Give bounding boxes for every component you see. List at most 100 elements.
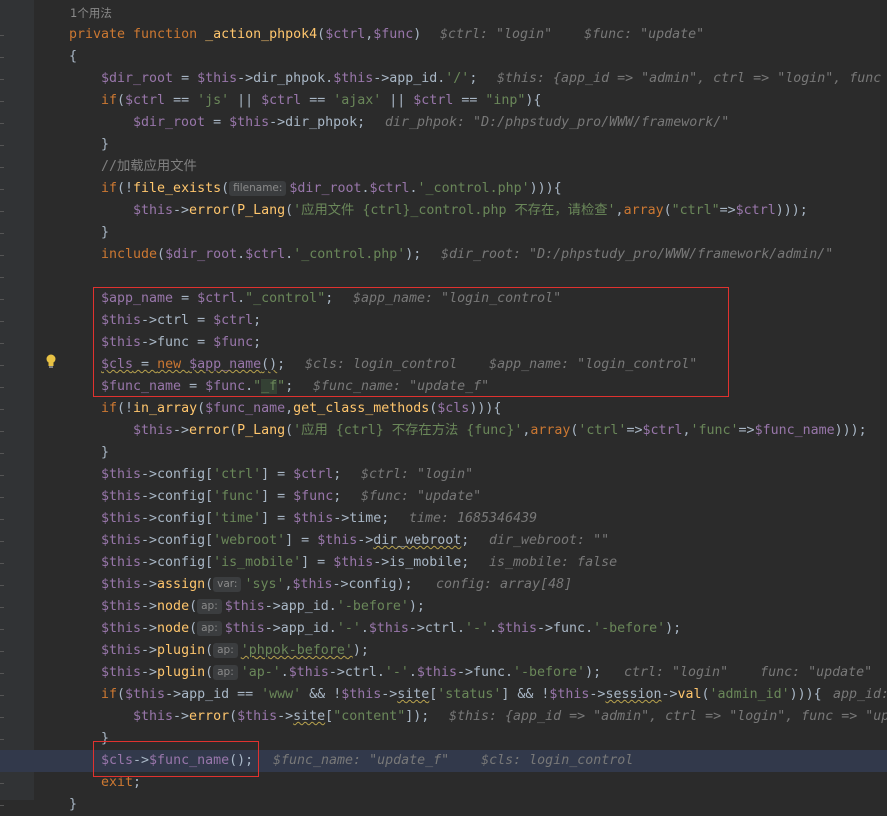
code-line[interactable]: $this->error(P_Lang('应用文件 {ctrl}_control…	[0, 200, 887, 222]
code-token: ))){	[789, 687, 822, 702]
code-line[interactable]: $this->config['func'] = $func; $func: "up…	[0, 486, 887, 508]
code-token: private function	[69, 27, 206, 42]
code-token: '-'	[336, 621, 361, 636]
code-text: $this->config['func'] = $func;	[101, 486, 341, 508]
code-line[interactable]: if(!in_array($func_name,get_class_method…	[0, 398, 887, 420]
code-token: ;	[333, 467, 342, 482]
code-token: '/'	[445, 71, 470, 86]
code-token: ->	[173, 423, 190, 438]
lightbulb-icon[interactable]	[45, 354, 57, 368]
code-token: ->func.	[456, 665, 513, 680]
code-token: ->func.	[537, 621, 594, 636]
code-text: $dir_root = $this->dir_phpok.$this->app_…	[101, 68, 477, 90]
code-line[interactable]: $dir_root = $this->dir_phpok; dir_phpok: …	[0, 112, 887, 134]
code-line[interactable]: private function _action_phpok4($ctrl,$f…	[0, 24, 887, 46]
code-token: )	[413, 27, 422, 42]
code-token: ==	[165, 93, 198, 108]
code-token: );	[665, 621, 682, 636]
code-line[interactable]: include($dir_root.$ctrl.'_control.php');…	[0, 244, 887, 266]
usages-hint[interactable]: 1个用法	[70, 5, 112, 21]
code-text: }	[101, 442, 109, 464]
code-token: 'time'	[213, 511, 262, 526]
code-token: $this	[133, 423, 174, 438]
code-token: ->config);	[332, 577, 413, 592]
code-token: (	[221, 181, 230, 196]
code-token: '-before'	[513, 665, 586, 680]
code-token: P_Lang	[237, 423, 286, 438]
code-token: '-before'	[336, 599, 409, 614]
code-token: $this	[237, 709, 278, 724]
code-line[interactable]: $this->node(ap: $this->app_id.'-before');	[0, 596, 887, 618]
code-token: .	[237, 247, 246, 262]
debug-inline-value: dir_phpok: "D:/phpstudy_pro/WWW/framewor…	[385, 115, 730, 130]
code-line[interactable]: {	[0, 46, 887, 68]
code-token: include	[101, 247, 158, 262]
code-token: exit	[101, 775, 134, 790]
code-line[interactable]: }	[0, 134, 887, 156]
code-line[interactable]: $this->plugin(ap:'phpok-before');	[0, 640, 887, 662]
code-token: ;	[469, 71, 478, 86]
code-token: ==	[301, 93, 334, 108]
code-token: (	[205, 643, 214, 658]
code-text: include($dir_root.$ctrl.'_control.php');	[101, 244, 421, 266]
code-line[interactable]: $dir_root = $this->dir_phpok.$this->app_…	[0, 68, 887, 90]
code-token: (	[197, 401, 206, 416]
debug-inline-value: ctrl: "login" func: "update"	[624, 665, 873, 680]
code-token: $this	[288, 665, 329, 680]
code-text: $this->error(P_Lang('应用文件 {ctrl}_control…	[133, 200, 808, 222]
code-token: 'ap-'	[240, 665, 281, 680]
code-text: }	[101, 134, 109, 156]
code-line[interactable]: $this->config['ctrl'] = $ctrl; $ctrl: "lo…	[0, 464, 887, 486]
code-token: site	[397, 687, 430, 702]
code-line[interactable]: //加载应用文件	[0, 156, 887, 178]
code-token: ->	[141, 643, 158, 658]
code-token: ->	[173, 709, 190, 724]
code-token: (	[157, 247, 166, 262]
code-line[interactable]: $this->node(ap: $this->app_id.'-'.$this->…	[0, 618, 887, 640]
code-token: dir_webroot	[373, 533, 462, 548]
code-line[interactable]: }	[0, 222, 887, 244]
code-token: ->ctrl.	[408, 621, 465, 636]
code-line[interactable]: $this->error(P_Lang('应用 {ctrl} 不存在方法 {fu…	[0, 420, 887, 442]
code-token: 'ctrl'	[578, 423, 627, 438]
code-token: (	[229, 203, 238, 218]
code-token: ==	[453, 93, 486, 108]
code-line[interactable]: if($ctrl == 'js' || $ctrl == 'ajax' || $…	[0, 90, 887, 112]
code-line[interactable]: if(!file_exists(filename: $dir_root.$ctrl…	[0, 178, 887, 200]
code-line[interactable]	[0, 266, 887, 288]
code-token: ;	[133, 775, 142, 790]
code-line[interactable]: $this->config['time'] = $this->time; time…	[0, 508, 887, 530]
code-token: );	[408, 599, 425, 614]
code-token: (	[663, 203, 672, 218]
code-token: $this	[133, 203, 174, 218]
code-line[interactable]: }	[0, 442, 887, 464]
code-token: ->app_id.	[373, 71, 446, 86]
code-line[interactable]: if($this->app_id == 'www' && !$this->sit…	[0, 684, 887, 706]
code-token: $ctrl	[735, 203, 776, 218]
code-token: ->	[661, 687, 678, 702]
code-token: plugin	[157, 643, 206, 658]
code-line[interactable]: $this->config['is_mobile'] = $this->is_m…	[0, 552, 887, 574]
code-line[interactable]: $this->assign(var:'sys',$this->config); c…	[0, 574, 887, 596]
code-token: error	[189, 203, 230, 218]
code-token: $this	[101, 555, 142, 570]
code-token: '-'	[384, 665, 409, 680]
code-token: (	[117, 687, 126, 702]
code-line[interactable]: $this->error($this->site["content"]); $th…	[0, 706, 887, 728]
code-line[interactable]: $this->plugin(ap:'ap-'.$this->ctrl.'-'.$…	[0, 662, 887, 684]
code-token: ||	[229, 93, 262, 108]
code-token: 'admin_id'	[709, 687, 790, 702]
code-text: $this->node(ap: $this->app_id.'-'.$this->…	[101, 618, 681, 640]
code-token: $this	[416, 665, 457, 680]
code-token: $this	[101, 511, 142, 526]
parameter-hint-tag: var:	[213, 577, 242, 592]
code-token: (!	[117, 401, 134, 416]
code-line[interactable]: }	[0, 794, 887, 816]
code-token: assign	[157, 577, 206, 592]
code-token: ->config[	[141, 533, 214, 548]
code-token: $ctrl	[325, 27, 366, 42]
code-token: {	[69, 49, 78, 64]
code-token: .	[409, 181, 418, 196]
code-token: $ctrl	[642, 423, 683, 438]
code-line[interactable]: $this->config['webroot'] = $this->dir_we…	[0, 530, 887, 552]
